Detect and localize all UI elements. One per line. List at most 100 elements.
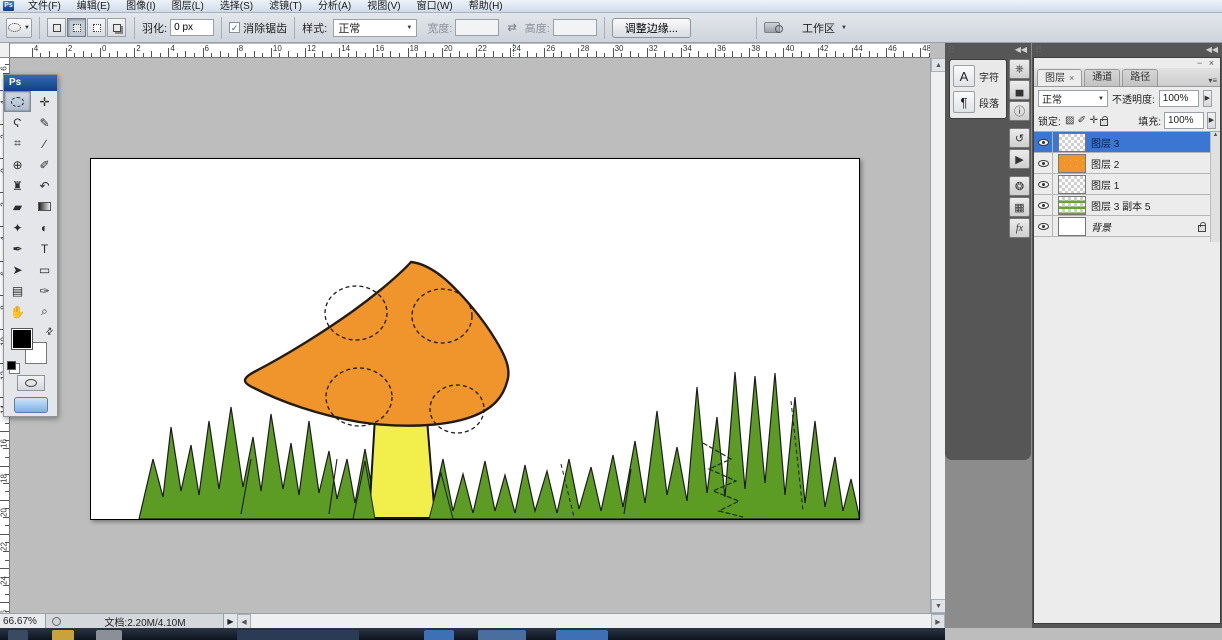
subtract-from-selection-button[interactable]	[87, 18, 106, 37]
new-selection-button[interactable]	[47, 18, 66, 37]
default-colors-icon[interactable]	[7, 361, 16, 370]
canvas-work-area[interactable]	[10, 58, 930, 613]
history-panel-button[interactable]: ↺	[1009, 128, 1030, 148]
collapse-panels-icon[interactable]: ◀◀	[1015, 43, 1027, 57]
styles-panel-button[interactable]: fx	[1009, 218, 1030, 238]
brush-tool[interactable]: ✐	[31, 154, 58, 175]
document-canvas[interactable]	[90, 158, 860, 520]
lock-all-icon[interactable]	[1100, 119, 1108, 126]
horizontal-scrollbar[interactable]: ◀ ▶	[237, 613, 945, 628]
menu-item-4[interactable]: 选择(S)	[212, 0, 261, 13]
refine-edge-button[interactable]: 调整边缘...	[612, 18, 691, 38]
menu-item-5[interactable]: 滤镜(T)	[261, 0, 310, 13]
panel-window-controls[interactable]: − ×	[1034, 58, 1220, 68]
type-tool[interactable]: T	[31, 238, 58, 259]
height-input[interactable]	[553, 19, 597, 36]
active-tool-button[interactable]: ▼	[6, 18, 32, 38]
crop-tool[interactable]: ⌗	[4, 133, 31, 154]
panel-menu-icon[interactable]: ▾≡	[1208, 77, 1217, 84]
lock-option-0-icon[interactable]: ▨	[1064, 115, 1076, 126]
pen-tool[interactable]: ✒	[4, 238, 31, 259]
add-to-selection-button[interactable]	[67, 18, 86, 37]
scroll-up-icon[interactable]: ▲	[931, 58, 946, 72]
horizontal-ruler[interactable]: 4202468101214161820222426283032343638404…	[10, 44, 930, 58]
taskbar-item-2[interactable]	[96, 630, 122, 640]
swap-dimensions-icon[interactable]: ⇄	[507, 21, 516, 34]
layer-visibility-toggle[interactable]	[1034, 153, 1053, 174]
paragraph-panel-item[interactable]: ¶ 段落	[953, 89, 1003, 115]
swap-colors-icon[interactable]: ⇄	[44, 325, 57, 338]
layer-row-1[interactable]: 图层 2	[1034, 153, 1220, 174]
gradient-tool[interactable]	[31, 196, 58, 217]
eyedropper-tool[interactable]: ✑	[31, 280, 58, 301]
navigator-panel-button[interactable]: ⎈	[1009, 59, 1030, 79]
fill-field[interactable]: 100%	[1164, 112, 1204, 129]
feather-input[interactable]	[170, 19, 214, 36]
menu-item-7[interactable]: 视图(V)	[359, 0, 408, 13]
elliptical-marquee-tool[interactable]	[4, 91, 31, 112]
workspace-label[interactable]: 工作区	[802, 20, 835, 36]
taskbar-item-4[interactable]	[424, 630, 454, 640]
vertical-scrollbar[interactable]: ▲ ▼	[930, 58, 945, 613]
clone-stamp-tool[interactable]: ♜	[4, 175, 31, 196]
quick-selection-tool[interactable]: ✎	[31, 112, 58, 133]
notes-tool[interactable]: ▤	[4, 280, 31, 301]
bridge-icon[interactable]	[764, 22, 780, 33]
rectangle-tool[interactable]: ▭	[31, 259, 58, 280]
layers-scrollbar[interactable]: ▲	[1210, 132, 1220, 242]
screen-mode-button[interactable]	[14, 397, 48, 413]
taskbar-item-0[interactable]	[8, 630, 28, 640]
path-selection-tool[interactable]: ➤	[4, 259, 31, 280]
lock-option-1-icon[interactable]: ✐	[1076, 115, 1088, 126]
close-icon[interactable]: ×	[1069, 73, 1074, 83]
layer-row-3[interactable]: 图层 3 副本 5	[1034, 195, 1220, 216]
menu-item-3[interactable]: 图层(L)	[164, 0, 212, 13]
menu-item-9[interactable]: 帮助(H)	[461, 0, 511, 13]
healing-brush-tool[interactable]: ⊕	[4, 154, 31, 175]
hand-tool[interactable]: ✋	[4, 301, 31, 322]
swatches-panel-button[interactable]: ▦	[1009, 197, 1030, 217]
menu-item-1[interactable]: 编辑(E)	[69, 0, 118, 13]
lock-option-2-icon[interactable]: ✛	[1088, 115, 1100, 126]
opacity-field[interactable]: 100%	[1159, 90, 1199, 107]
taskbar-item-1[interactable]	[52, 630, 74, 640]
color-panel-button[interactable]: ❂	[1009, 176, 1030, 196]
menu-item-6[interactable]: 分析(A)	[310, 0, 359, 13]
status-flyout-button[interactable]: ▶	[223, 614, 237, 629]
history-brush-tool[interactable]: ↶	[31, 175, 58, 196]
collapse-panels-icon[interactable]: ◀◀	[1206, 43, 1218, 57]
layer-visibility-toggle[interactable]	[1034, 174, 1053, 195]
scroll-right-icon[interactable]: ▶	[931, 614, 945, 629]
histogram-panel-button[interactable]: ▄	[1009, 80, 1030, 100]
scroll-left-icon[interactable]: ◀	[237, 614, 251, 629]
quick-mask-button[interactable]	[17, 375, 45, 391]
taskbar-item-3[interactable]	[237, 630, 359, 640]
fill-slider-icon[interactable]: ▶	[1207, 112, 1216, 129]
move-tool[interactable]: ✛	[31, 91, 58, 112]
opacity-slider-icon[interactable]: ▶	[1203, 90, 1212, 107]
taskbar-item-6[interactable]	[556, 630, 608, 640]
tab-layers[interactable]: 图层×	[1037, 69, 1082, 86]
layer-row-2[interactable]: 图层 1	[1034, 174, 1220, 195]
tab-paths[interactable]: 路径	[1122, 69, 1158, 86]
dodge-tool[interactable]: ◐	[31, 217, 58, 238]
menu-item-2[interactable]: 图像(I)	[118, 0, 163, 13]
intersect-selection-button[interactable]	[107, 18, 126, 37]
style-select[interactable]: 正常 ▼	[333, 19, 417, 37]
scroll-down-icon[interactable]: ▼	[931, 599, 946, 613]
zoom-level-field[interactable]: 66.67%	[0, 614, 46, 629]
zoom-tool[interactable]: ⌕	[31, 301, 58, 322]
slice-tool[interactable]: ∕	[31, 133, 58, 154]
toolbox-header[interactable]: Ps	[4, 75, 57, 91]
info-panel-button[interactable]: ⓘ	[1009, 101, 1030, 121]
foreground-color-swatch[interactable]	[11, 328, 33, 350]
blur-tool[interactable]: ✦	[4, 217, 31, 238]
eraser-tool[interactable]: ▰	[4, 196, 31, 217]
actions-panel-button[interactable]: ▶	[1009, 149, 1030, 169]
lasso-tool[interactable]: Ϛ	[4, 112, 31, 133]
ruler-origin[interactable]	[0, 43, 10, 58]
character-panel-item[interactable]: A 字符	[953, 63, 1003, 89]
tab-channels[interactable]: 通道	[1084, 69, 1120, 86]
layer-visibility-toggle[interactable]	[1034, 216, 1053, 237]
blend-mode-select[interactable]: 正常 ▼	[1038, 90, 1108, 107]
